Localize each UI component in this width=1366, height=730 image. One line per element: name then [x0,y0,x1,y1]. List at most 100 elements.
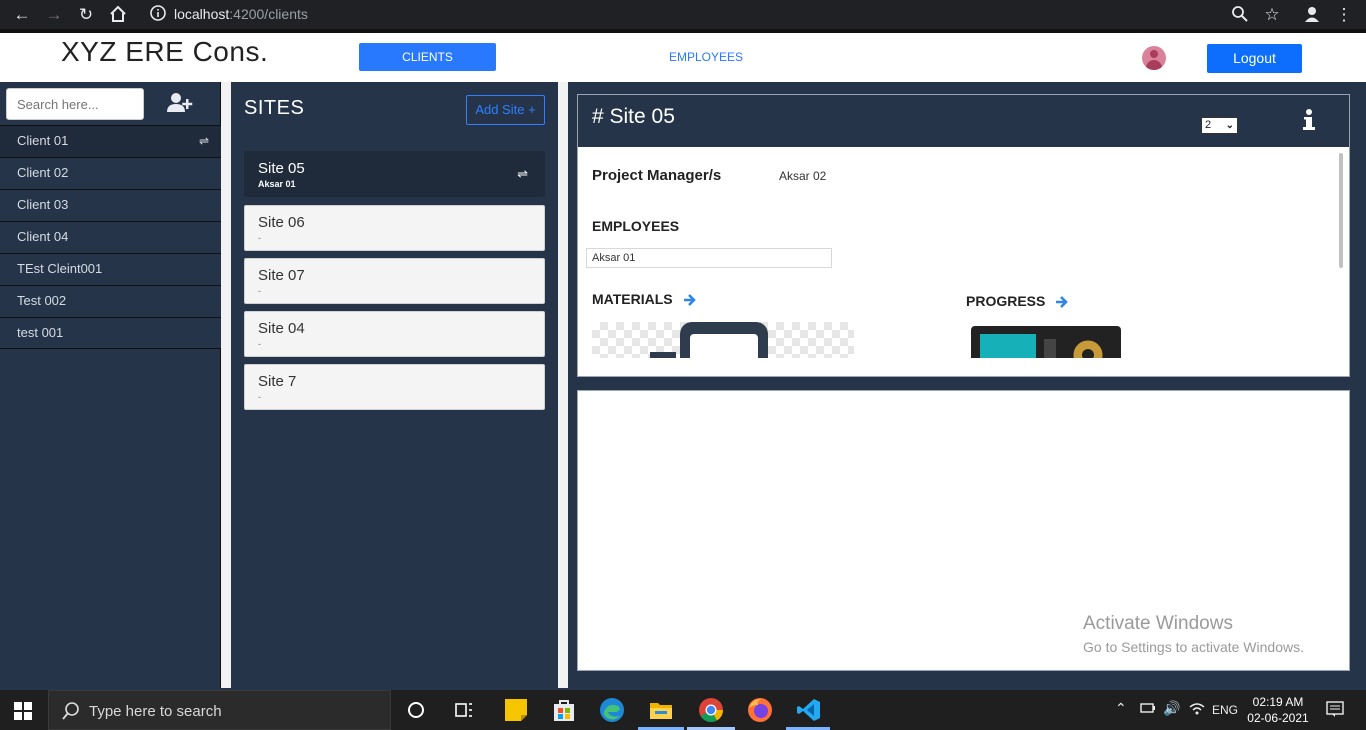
site-card[interactable]: Site 04 - [244,311,545,357]
cortana-icon[interactable] [402,696,430,724]
detail-scrollbar[interactable] [1339,153,1343,268]
client-search-input[interactable] [6,88,144,120]
project-manager-value: Aksar 02 [779,169,827,183]
client-item-label: TEst Cleint001 [17,261,103,276]
materials-label: MATERIALS [592,291,673,307]
sites-panel: SITES Add Site + Site 05 Aksar 01 ⇌ Site… [231,82,558,686]
taskbar-search-text: Type here to search [89,703,222,720]
watermark-title: Activate Windows [1083,613,1233,634]
url-host: localhost [174,6,230,22]
taskbar-clock[interactable]: 02:19 AM 02-06-2021 [1246,694,1310,726]
sites-title: SITES [244,97,305,119]
user-avatar[interactable] [1142,46,1166,70]
client-item[interactable]: Test 002 [0,285,221,317]
forward-icon[interactable]: → [44,5,64,25]
zoom-icon[interactable] [1230,5,1250,25]
store-icon[interactable] [550,696,578,724]
taskbar-search-box[interactable]: Type here to search [48,690,391,730]
sticky-notes-icon[interactable] [502,696,530,724]
employee-row[interactable]: Aksar 01 [586,248,832,268]
language-indicator[interactable]: ENG [1212,703,1238,717]
reload-icon[interactable]: ↻ [76,5,96,25]
brand-title: XYZ ERE Cons. [61,36,269,67]
vscode-icon[interactable] [795,696,823,724]
arrow-right-icon [1056,296,1069,309]
site-manager: - [258,286,261,296]
site-detail-panel: # Site 05 2 ⌄ Project Manager/s Aksar 02 … [568,82,1366,688]
client-item-label: Test 002 [17,293,67,308]
client-item[interactable]: Client 03 [0,189,221,221]
project-manager-label: Project Manager/s [592,167,722,184]
url-path: :4200/clients [229,6,308,22]
app-header: XYZ ERE Cons. CLIENTS EMPLOYEES Logout [0,33,1366,82]
panel-gutter [221,82,231,688]
site-info-icon[interactable] [148,4,168,24]
nav-clients-button[interactable]: CLIENTS [359,43,496,71]
home-icon[interactable] [108,5,128,25]
materials-link[interactable]: MATERIALS [592,291,697,307]
windows-start-icon[interactable] [14,702,32,720]
client-item[interactable]: Client 02 [0,157,221,189]
site-name: Site 7 [258,373,297,390]
windows-activation-watermark: Activate Windows Go to Settings to activ… [1083,613,1304,655]
chrome-icon[interactable] [697,696,725,724]
progress-link[interactable]: PROGRESS [966,293,1069,309]
task-view-icon[interactable] [450,696,478,724]
firefox-icon[interactable] [746,696,774,724]
add-site-button[interactable]: Add Site + [466,95,545,125]
site-name: Site 06 [258,214,305,231]
back-icon[interactable]: ← [12,5,32,25]
info-icon[interactable] [1302,109,1316,131]
bookmark-star-icon[interactable]: ☆ [1262,5,1282,25]
add-client-icon[interactable] [167,92,193,114]
client-item-label: Client 02 [17,165,69,180]
watermark-subtitle: Go to Settings to activate Windows. [1083,639,1304,655]
site-manager: - [258,339,261,349]
client-item[interactable]: test 001 [0,317,221,349]
client-item[interactable]: Client 04 [0,221,221,253]
client-item-label: test 001 [17,325,64,340]
client-item-label: Client 01 [17,133,69,148]
swap-icon: ⇌ [517,166,528,181]
site-manager: - [258,392,261,402]
windows-taskbar: Type here to search ⌃ 🔊 ENG 02:19 AM 02-… [0,690,1366,730]
tray-chevron-up-icon[interactable]: ⌃ [1115,700,1127,717]
file-explorer-icon[interactable] [647,696,675,724]
swap-icon: ⇌ [198,134,209,148]
client-list: Client 01 ⇌ Client 02 Client 03 Client 0… [0,125,221,349]
site-card[interactable]: Site 07 - [244,258,545,304]
site-select[interactable]: 2 ⌄ [1201,117,1238,134]
chevron-down-icon: ⌄ [1225,120,1234,131]
volume-icon[interactable]: 🔊 [1163,700,1180,717]
site-manager: - [258,233,261,243]
site-card[interactable]: Site 06 - [244,205,545,251]
wifi-icon[interactable] [1189,702,1205,719]
site-detail-lower: Activate Windows Go to Settings to activ… [577,390,1350,671]
site-name: Site 05 [258,160,305,177]
client-item[interactable]: Client 01 ⇌ [0,125,221,157]
profile-icon[interactable] [1302,5,1322,25]
clock-date: 02-06-2021 [1247,711,1309,725]
site-detail-header: # Site 05 2 ⌄ [578,95,1349,147]
client-item[interactable]: TEst Cleint001 [0,253,221,285]
site-manager: Aksar 01 [258,179,296,189]
menu-kebab-icon[interactable]: ⋮ [1334,5,1354,25]
browser-toolbar: ← → ↻ localhost:4200/clients ☆ ⋮ [0,0,1366,29]
employees-label: EMPLOYEES [592,218,680,234]
nav-employees-link[interactable]: EMPLOYEES [660,43,752,71]
materials-illustration[interactable] [592,322,854,358]
clock-time: 02:19 AM [1252,695,1304,709]
logout-button[interactable]: Logout [1207,44,1302,73]
site-detail-card: # Site 05 2 ⌄ Project Manager/s Aksar 02 … [577,94,1350,377]
arrow-right-icon [683,294,696,307]
site-card[interactable]: Site 05 Aksar 01 ⇌ [244,151,545,197]
search-icon [61,701,81,721]
notifications-icon[interactable] [1326,700,1344,721]
progress-illustration[interactable] [970,325,1122,358]
site-card[interactable]: Site 7 - [244,364,545,410]
site-detail-title: # Site 05 [592,105,675,128]
battery-icon[interactable] [1140,702,1156,717]
edge-icon[interactable] [598,696,626,724]
address-bar[interactable]: localhost:4200/clients [174,6,308,22]
progress-label: PROGRESS [966,293,1046,309]
